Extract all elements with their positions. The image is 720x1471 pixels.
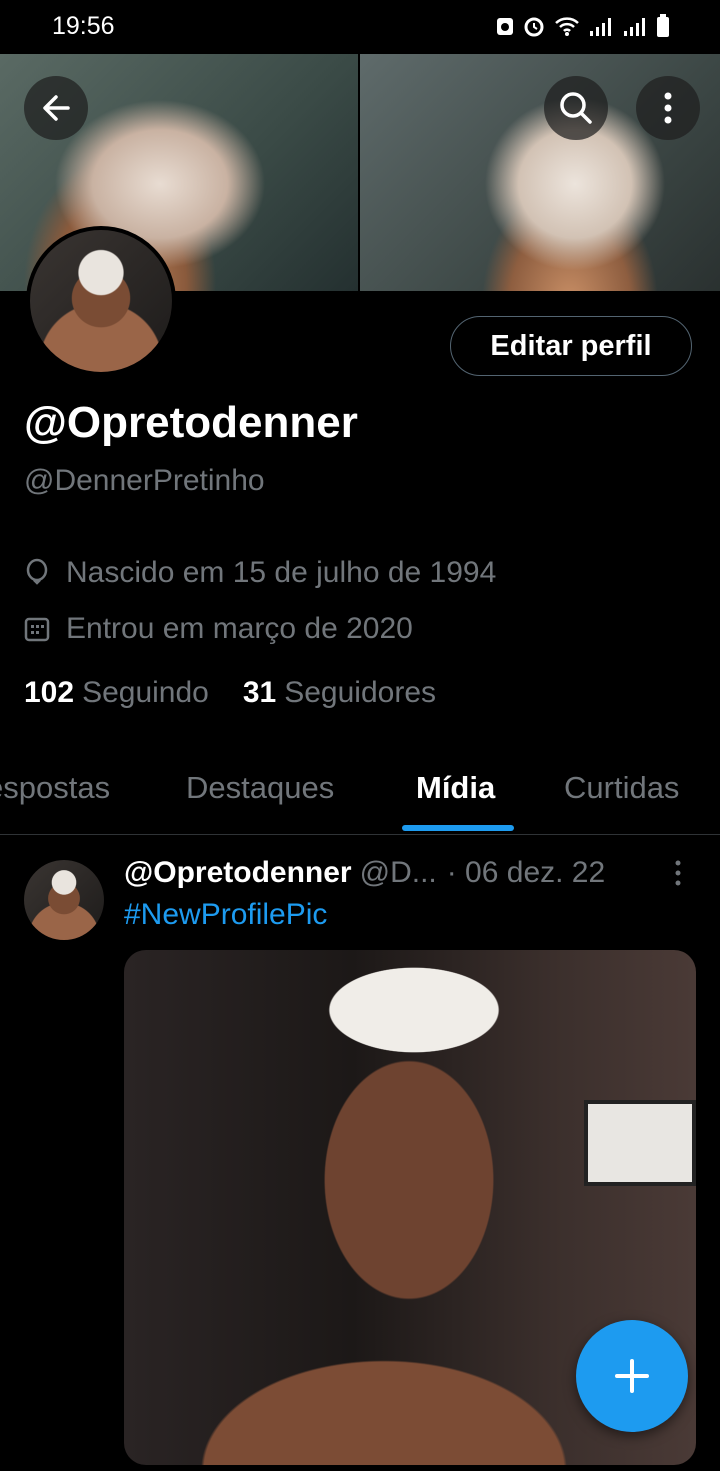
wifi-icon xyxy=(555,17,579,36)
alarm-icon xyxy=(524,17,544,37)
following-count: 102 xyxy=(24,676,75,709)
tab-midia[interactable]: Mídia xyxy=(416,770,495,806)
followers-label: Seguidores xyxy=(284,676,437,709)
plus-icon xyxy=(615,1359,649,1393)
tab-respostas[interactable]: espostas xyxy=(0,770,110,806)
status-bar: 19:56 xyxy=(0,0,720,54)
edit-profile-button[interactable]: Editar perfil xyxy=(450,316,692,376)
location-pin-icon xyxy=(26,558,48,585)
search-button[interactable] xyxy=(544,76,608,140)
more-vertical-icon xyxy=(664,92,672,124)
tweet-date: · 06 dez. 22 xyxy=(446,856,606,889)
tweet-author-handle: @D... xyxy=(359,856,437,889)
birth-date-row: Nascido em 15 de julho de 1994 xyxy=(24,556,496,590)
join-date-text: Entrou em março de 2020 xyxy=(66,612,413,645)
following-label: Seguindo xyxy=(82,676,209,709)
more-vertical-icon xyxy=(675,860,681,886)
back-button[interactable] xyxy=(24,76,88,140)
tab-destaques[interactable]: Destaques xyxy=(186,770,334,806)
tab-curtidas[interactable]: Curtidas xyxy=(564,770,679,806)
wall-sign xyxy=(584,1100,696,1186)
tweet-hashtag[interactable]: #NewProfilePic xyxy=(124,898,327,932)
join-date-row: Entrou em março de 2020 xyxy=(24,612,413,646)
search-icon xyxy=(560,92,592,124)
signal-icon-2 xyxy=(624,18,645,36)
signal-icon xyxy=(590,18,611,36)
tweet-more-button[interactable] xyxy=(668,858,688,893)
followers-count: 31 xyxy=(242,676,277,709)
calendar-icon xyxy=(24,617,50,642)
followers-link[interactable]: 31 Seguidores xyxy=(243,676,436,710)
status-icons xyxy=(496,14,670,38)
follow-stats: 102 Seguindo 31 Seguidores xyxy=(24,676,436,710)
tweet-header: @Opretodenner @D... · 06 dez. 22 xyxy=(124,856,684,890)
recycle-icon xyxy=(497,18,513,35)
following-link[interactable]: 102 Seguindo xyxy=(24,676,209,710)
active-tab-indicator xyxy=(402,825,514,831)
profile-avatar[interactable] xyxy=(26,226,176,376)
more-options-button[interactable] xyxy=(636,76,700,140)
profile-tabs: espostas Destaques Mídia Curtidas xyxy=(0,752,720,835)
back-arrow-icon xyxy=(43,95,70,121)
profile-handle: @DennerPretinho xyxy=(24,464,265,497)
display-name: @Opretodenner xyxy=(24,398,358,447)
status-time: 19:56 xyxy=(52,12,115,40)
tweet-avatar[interactable] xyxy=(24,860,104,940)
tweet-author-name[interactable]: @Opretodenner xyxy=(124,856,352,890)
birth-date-text: Nascido em 15 de julho de 1994 xyxy=(66,556,497,589)
compose-button[interactable] xyxy=(576,1320,688,1432)
battery-icon xyxy=(657,14,669,37)
